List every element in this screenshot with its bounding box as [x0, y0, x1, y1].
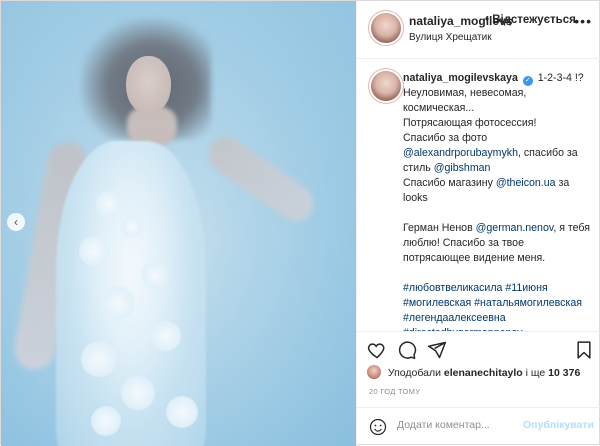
caption-line: Неуловимая, невесомая, космическая... — [403, 87, 527, 114]
caption-intro: 1-2-3-4 !? — [537, 72, 584, 84]
comment-input[interactable]: Додати коментар... — [397, 419, 490, 431]
likes-prefix: Уподобали — [387, 367, 441, 379]
likes-summary: Уподобали elenanechitaylo і ще 10 376 — [367, 365, 597, 379]
publish-button[interactable]: Опублікувати — [523, 419, 594, 431]
verified-badge-icon: ✓ — [522, 76, 533, 86]
likes-count[interactable]: 10 376 — [548, 367, 580, 379]
caption-username[interactable]: nataliya_mogilevskaya — [403, 72, 518, 84]
caption-area: nataliya_mogilevskaya ✓ 1-2-3-4 !? Неуло… — [357, 59, 600, 331]
caption-line: Спасибо магазину — [403, 177, 493, 189]
avatar[interactable] — [371, 13, 401, 43]
smiley-icon[interactable] — [369, 418, 387, 436]
heart-icon[interactable] — [367, 340, 387, 360]
post-header: nataliya_mogilevs • Відстежується Вулиця… — [357, 1, 600, 59]
post-timestamp[interactable]: 20 ГОД ТОМУ — [369, 387, 420, 396]
post-sidebar: nataliya_mogilevs • Відстежується Вулиця… — [356, 1, 600, 446]
more-options-icon[interactable]: ••• — [574, 13, 592, 29]
caption-line: Спасибо за фото — [403, 132, 488, 144]
chevron-left-icon: ‹ — [14, 215, 18, 229]
mention-link[interactable]: @theicon.ua — [496, 177, 556, 189]
caption-text: nataliya_mogilevskaya ✓ 1-2-3-4 !? Неуло… — [403, 71, 593, 331]
post-photo[interactable] — [1, 1, 356, 446]
caption-line: Герман Ненов — [403, 222, 473, 234]
mention-link[interactable]: @gibshman — [434, 162, 491, 174]
liker-avatar[interactable] — [367, 365, 381, 379]
prev-photo-button[interactable]: ‹ — [7, 213, 25, 231]
action-bar — [357, 331, 600, 367]
comment-icon[interactable] — [397, 340, 417, 360]
mention-link[interactable]: @german.nenov — [476, 222, 554, 234]
post-frame: ‹ nataliya_mogilevs • Відстежується Вули… — [0, 0, 600, 446]
follow-state[interactable]: • Відстежується — [485, 14, 576, 26]
bookmark-icon[interactable] — [574, 340, 594, 360]
likes-suffix: і ще — [525, 367, 546, 379]
liker-username[interactable]: elenanechitaylo — [444, 367, 523, 379]
share-icon[interactable] — [427, 340, 447, 360]
comment-box: Додати коментар... Опублікувати — [357, 407, 600, 446]
caption-avatar[interactable] — [371, 71, 401, 101]
location-link[interactable]: Вулиця Хрещатик — [409, 32, 492, 43]
hashtags[interactable]: #любовтвеликасила #11июня #могилевская #… — [403, 281, 593, 331]
caption-line: Потрясающая фотосессия! — [403, 117, 537, 129]
photo-haze — [1, 1, 356, 446]
mention-link[interactable]: @alexandrporubaymykh — [403, 147, 518, 159]
